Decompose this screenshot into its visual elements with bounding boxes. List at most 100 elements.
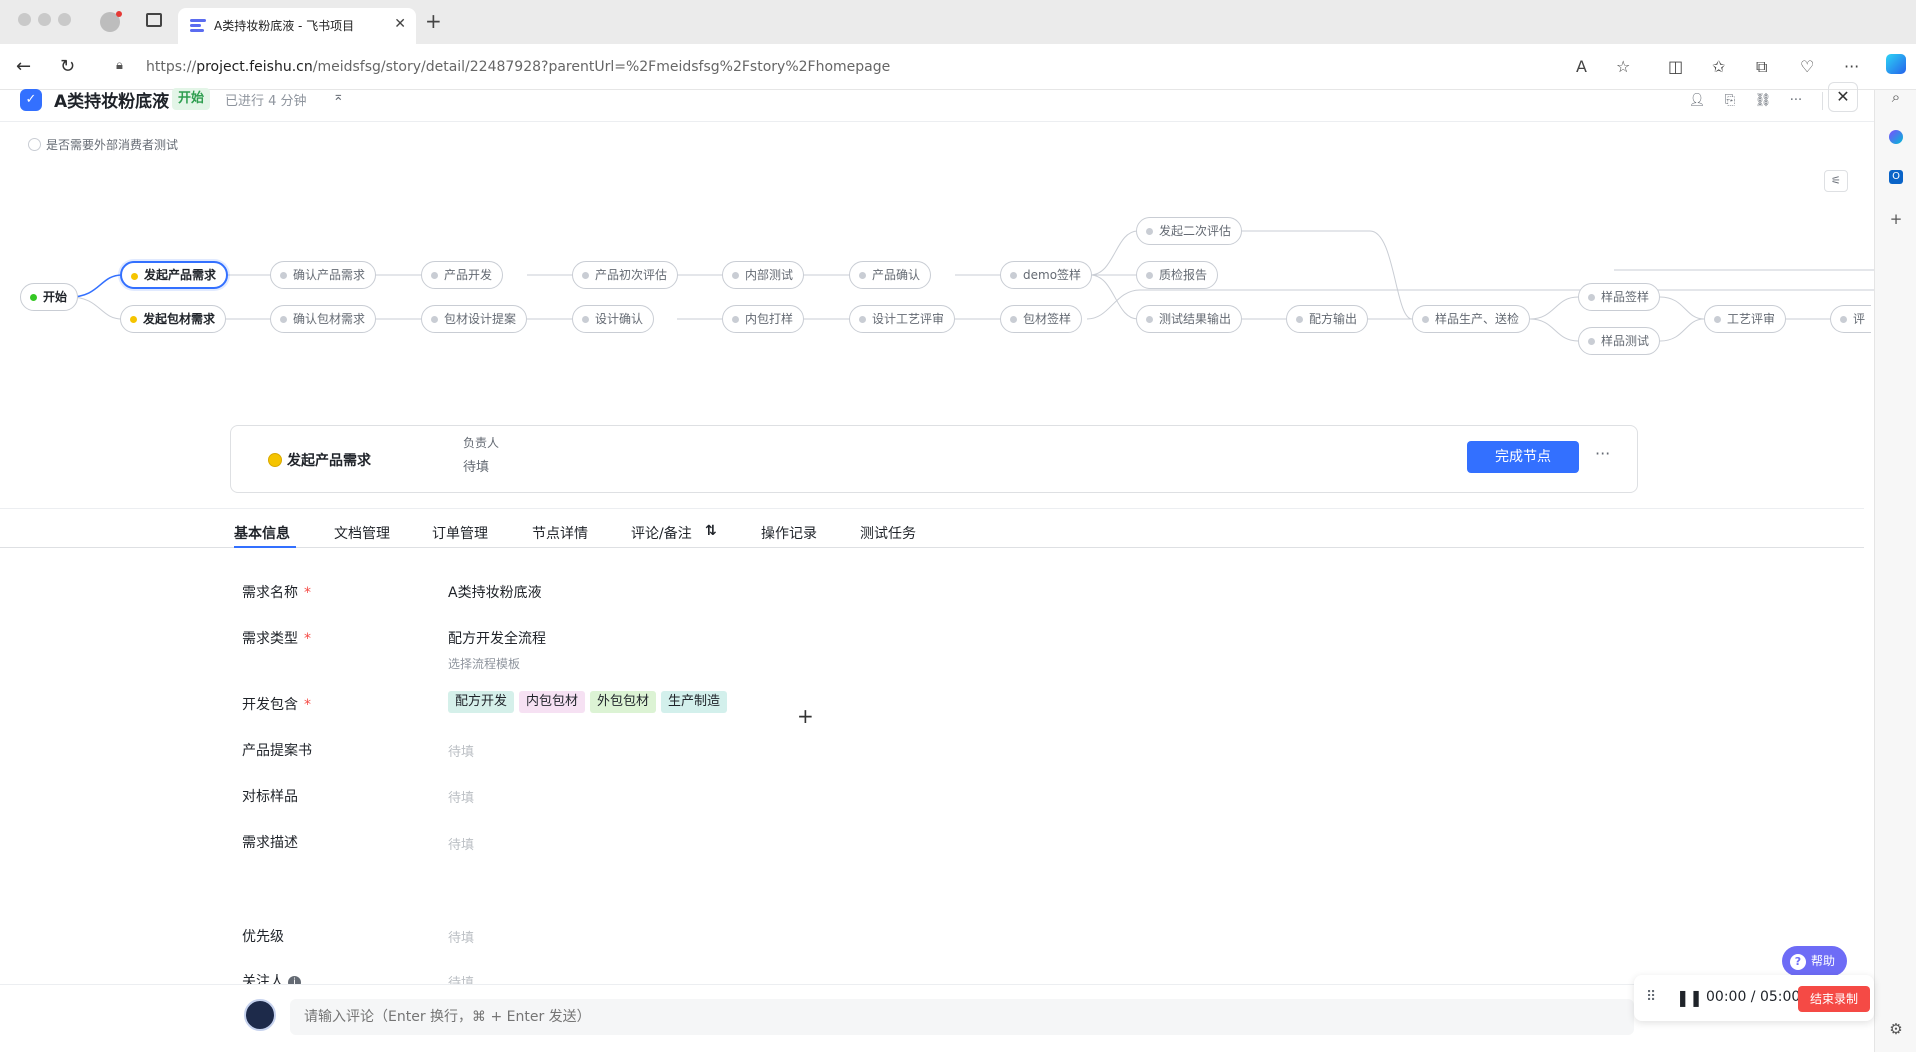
owner-value[interactable]: 待填 [463,456,489,475]
type-value[interactable]: 配方开发全流程 [448,628,546,648]
add-sidebar-app-icon[interactable]: + [1887,210,1905,228]
window-zoom-dot[interactable] [58,13,71,26]
priority-label: 优先级 [242,929,284,945]
workflow-graph: 开始 发起产品需求 发起包材需求 确认产品需求 确认包材需求 产品开发 包材设计… [0,90,1874,420]
workflow-node[interactable]: 工艺评审 [1704,305,1787,333]
copilot-sidebar-icon[interactable] [1889,130,1903,144]
settings-gear-icon[interactable]: ⚙ [1887,1020,1905,1038]
workflow-node[interactable]: 样品测试 [1578,327,1661,355]
copilot-icon[interactable] [1886,54,1906,74]
workflow-node[interactable]: demo签样 [1000,261,1093,289]
tab-documents[interactable]: 文档管理 [334,523,390,543]
window-minimize-dot[interactable] [38,13,51,26]
followers-label: 关注人 i [242,971,301,985]
tag-manufacturing[interactable]: 生产制造 [661,691,728,713]
type-label: 需求类型 * [242,631,311,647]
browser-essentials-icon[interactable]: ♡ [1800,57,1814,76]
app-root: ✓ A类持妆粉底液 开始 已进行 4 分钟 ⌅ 👤︎ ⎘ ⛓︎ ··· ✕ 是否… [0,82,1874,1052]
tag-inner-packaging[interactable]: 内包包材 [519,691,586,713]
tab-actions-icon[interactable] [146,13,162,27]
priority-value[interactable]: 待填 [448,927,474,946]
tab-node-details[interactable]: 节点详情 [532,523,588,543]
benchmark-value[interactable]: 待填 [448,787,474,806]
benchmark-label: 对标样品 [242,789,298,805]
collections-icon[interactable]: ⧉ [1756,57,1767,77]
node-more-icon[interactable]: ··· [1595,444,1610,463]
favorites-icon[interactable]: ✩ [1712,57,1725,76]
current-node-card: 发起产品需求 负责人 待填 完成节点 ··· [230,425,1638,493]
comment-bar [0,984,1864,1052]
workflow-node[interactable]: 产品初次评估 [572,261,679,289]
workflow-node-initiate-product[interactable]: 发起产品需求 [120,261,229,289]
workflow-node[interactable]: 测试结果输出 [1136,305,1243,333]
profile-notification-dot [116,11,122,17]
workflow-node[interactable]: 样品签样 [1578,283,1661,311]
split-screen-icon[interactable]: ◫ [1668,57,1683,76]
add-tag-icon[interactable]: + [797,704,814,728]
lock-icon[interactable]: 🔒︎ [116,58,123,73]
tab-comments[interactable]: 评论/备注 [631,523,692,543]
read-aloud-icon[interactable]: A [1576,57,1587,76]
workflow-node[interactable]: 确认产品需求 [270,261,377,289]
workflow-node[interactable]: 包材设计提案 [421,305,528,333]
followers-value[interactable]: 待填 [448,972,474,984]
drag-handle-icon[interactable]: ⠿ [1646,989,1656,1005]
browser-address-bar: ← ↻ 🔒︎ https://project.feishu.cn/meidsfs… [0,44,1916,90]
tab-basic-info[interactable]: 基本信息 [234,523,290,543]
workflow-node[interactable]: 产品开发 [421,261,504,289]
complete-node-button[interactable]: 完成节点 [1467,441,1579,473]
tag-formula[interactable]: 配方开发 [448,691,515,713]
workflow-node[interactable]: 内包打样 [722,305,805,333]
close-tab-icon[interactable]: ✕ [394,16,406,32]
workflow-node[interactable]: 配方输出 [1286,305,1369,333]
workflow-node-start[interactable]: 开始 [20,283,79,311]
workflow-node[interactable]: 设计工艺评审 [849,305,956,333]
browser-sidebar: ⌕ O + ⚙ [1874,88,1916,1052]
more-menu-icon[interactable]: ··· [1844,57,1859,76]
workflow-node[interactable]: 内部测试 [722,261,805,289]
comment-input[interactable] [290,999,1634,1035]
url-text: https://project.feishu.cn/meidsfsg/story… [146,59,891,75]
workflow-node[interactable]: 质检报告 [1136,261,1219,289]
name-value[interactable]: A类持妆粉底液 [448,582,542,602]
outlook-icon[interactable]: O [1889,170,1903,184]
avatar[interactable] [244,999,276,1031]
tag-outer-packaging[interactable]: 外包包材 [590,691,657,713]
favorite-star-icon[interactable]: ☆ [1616,57,1630,76]
workflow-node-initiate-packaging[interactable]: 发起包材需求 [120,305,227,333]
proposal-label: 产品提案书 [242,743,312,759]
includes-tags[interactable]: 配方开发 内包包材 外包包材 生产制造 [448,691,732,713]
workflow-node[interactable]: 样品生产、送检 [1412,305,1531,333]
browser-tab-active[interactable]: A类持妆粉底液 - 飞书项目 ✕ [178,8,416,44]
help-icon: ? [1790,954,1806,970]
reload-icon[interactable]: ↻ [60,56,75,77]
node-status-dot [268,453,282,467]
workflow-node[interactable]: 包材签样 [1000,305,1083,333]
workflow-node[interactable]: 产品确认 [849,261,932,289]
description-value[interactable]: 待填 [448,834,474,853]
workflow-node[interactable]: 设计确认 [572,305,655,333]
node-card-title: 发起产品需求 [287,453,371,469]
stop-recording-button[interactable]: 结束录制 [1798,986,1870,1012]
proposal-value[interactable]: 待填 [448,741,474,760]
screen-recorder-widget: ⠿ ❚❚ 00:00 / 05:00 结束录制 [1634,975,1874,1021]
tab-operation-log[interactable]: 操作记录 [761,523,817,543]
browser-tab-bar: A类持妆粉底液 - 飞书项目 ✕ + [0,0,1916,44]
search-icon[interactable]: ⌕ [1887,88,1905,106]
window-close-dot[interactable] [18,13,31,26]
new-tab-icon[interactable]: + [425,9,442,33]
url-field[interactable]: 🔒︎ https://project.feishu.cn/meidsfsg/st… [100,50,1610,84]
workflow-node[interactable]: 确认包材需求 [270,305,377,333]
tab-orders[interactable]: 订单管理 [432,523,488,543]
sort-icon[interactable]: ⇅ [705,523,717,539]
tab-test-tasks[interactable]: 测试任务 [860,523,916,543]
pause-icon[interactable]: ❚❚ [1676,988,1703,1007]
back-icon[interactable]: ← [16,56,31,77]
active-tab-indicator [234,546,296,548]
help-button[interactable]: ? 帮助 [1782,946,1848,976]
browser-tab-title: A类持妆粉底液 - 飞书项目 [214,19,355,33]
includes-label: 开发包含 * [242,697,311,713]
workflow-node-truncated[interactable]: 评 [1830,305,1872,333]
detail-tabs: 基本信息 文档管理 订单管理 节点详情 评论/备注 ⇅ 操作记录 测试任务 [0,508,1864,548]
workflow-node[interactable]: 发起二次评估 [1136,217,1243,245]
